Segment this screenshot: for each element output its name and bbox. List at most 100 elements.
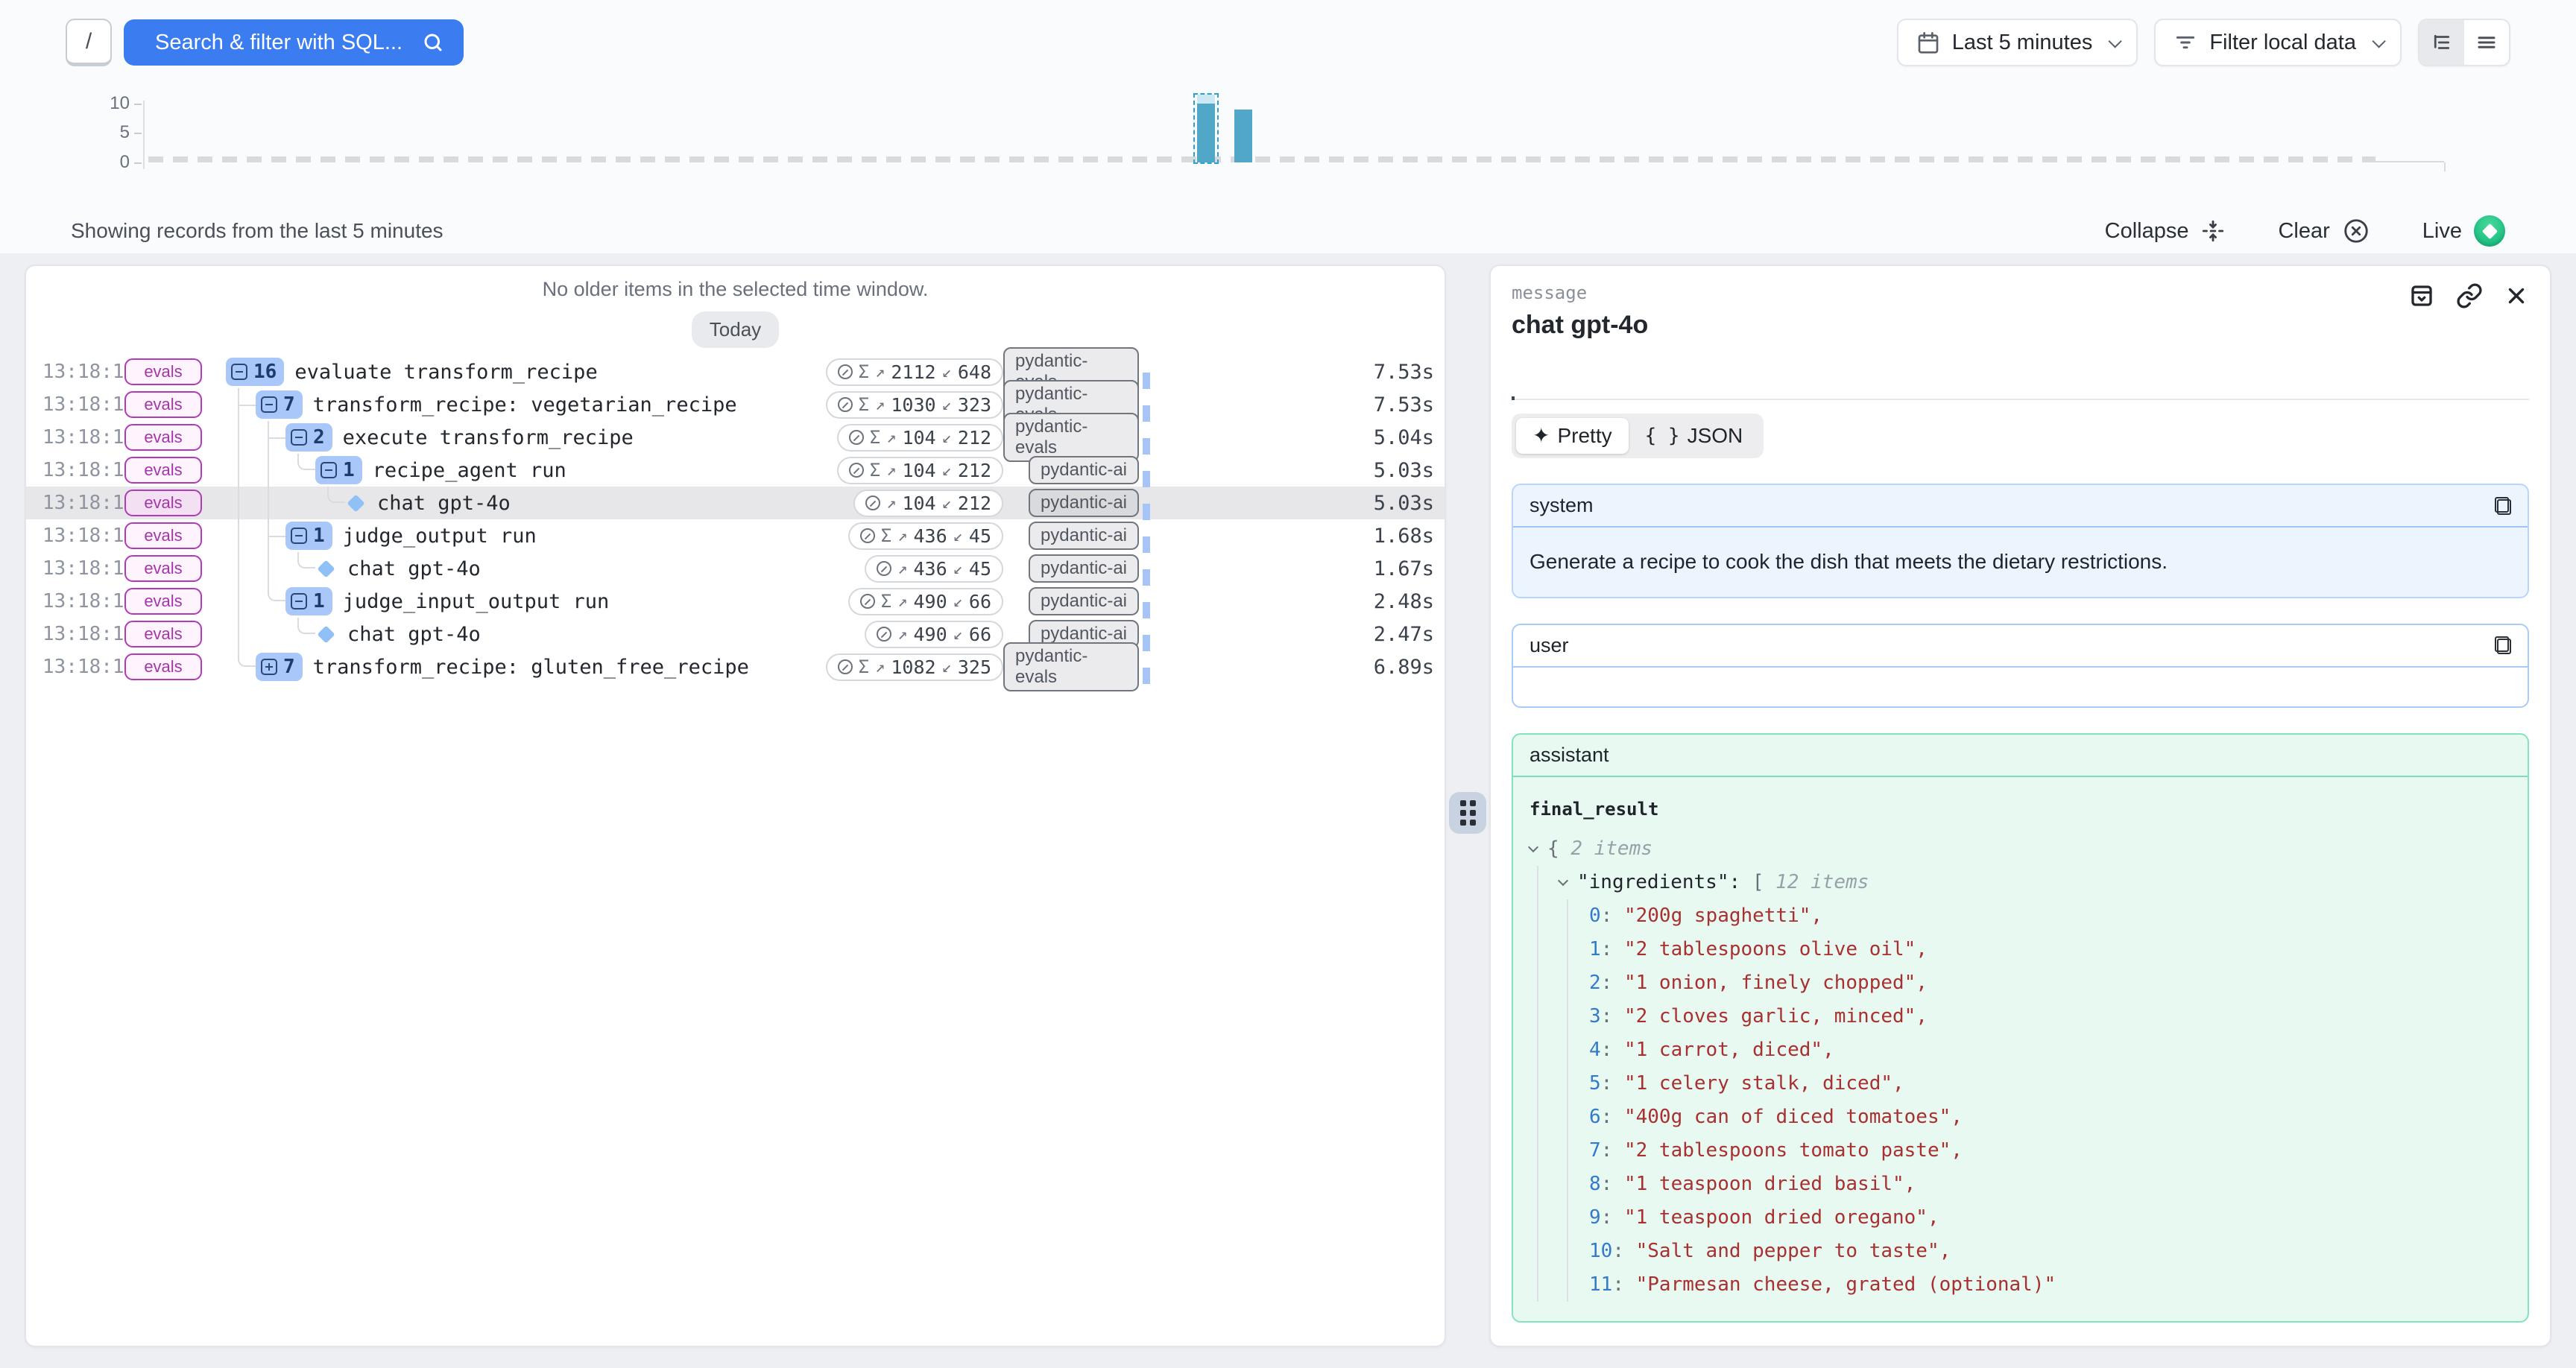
trace-row[interactable]: 13:18:16 evals 1 judge_output run Σ ↗ [26, 519, 1445, 552]
evals-badge[interactable]: evals [124, 490, 202, 516]
row-timestamp: 13:18:16 [26, 590, 124, 612]
copy-icon[interactable] [2495, 497, 2511, 515]
token-usage-chip[interactable]: Σ ↗ 104 ↙ 212 [837, 457, 1003, 484]
instrumentation-tag[interactable]: pydantic-ai [1029, 522, 1139, 550]
copy-link-button[interactable] [2456, 282, 2483, 309]
trace-row[interactable]: 13:18:11 evals 2 execute transform_recip… [26, 421, 1445, 454]
input-tokens: 436 [913, 558, 947, 580]
trace-row[interactable]: 13:18:11 evals 16 evaluate transform_rec… [26, 355, 1445, 388]
trace-row[interactable]: 13:18:11 evals 1 recipe_agent run Σ ↗ [26, 454, 1445, 487]
token-usage-chip[interactable]: Σ ↗ 2112 ↙ 648 [826, 358, 1003, 386]
collapse-toggle-icon[interactable] [321, 462, 337, 478]
instrumentation-tag[interactable]: pydantic-ai [1029, 456, 1139, 484]
trace-row[interactable]: 13:18:11 evals 7 transform_recipe: veget… [26, 388, 1445, 421]
instrumentation-tag[interactable]: pydantic-evals [1003, 413, 1139, 462]
collapse-toggle-icon[interactable] [291, 528, 307, 544]
collapse-count-chip[interactable]: 2 [285, 423, 332, 452]
collapse-chevron-icon[interactable] [1528, 842, 1538, 852]
token-usage-chip[interactable]: Σ ↗ 490 ↙ 66 [848, 588, 1003, 615]
evals-badge[interactable]: evals [124, 555, 202, 582]
output-tokens-arrow-icon: ↙ [942, 428, 952, 447]
token-usage-chip[interactable]: Σ ↗ 104 ↙ 212 [837, 424, 1003, 452]
evals-badge[interactable]: evals [124, 457, 202, 484]
copy-icon[interactable] [2495, 636, 2511, 654]
ingredient-value: "Salt and pepper to taste", [1636, 1238, 1951, 1266]
collapse-count-chip[interactable]: 1 [315, 456, 362, 484]
token-usage-chip[interactable]: Σ ↗ 436 ↙ 45 [865, 555, 1003, 583]
today-pill[interactable]: Today [692, 311, 779, 348]
evals-badge[interactable]: evals [124, 653, 202, 680]
collapse-toggle-icon[interactable] [261, 659, 277, 675]
collapse-count-chip[interactable]: 1 [285, 522, 332, 550]
token-usage-chip[interactable]: Σ ↗ 1030 ↙ 323 [826, 391, 1003, 419]
tokens-icon [860, 594, 875, 609]
span-name[interactable]: chat gpt-4o [347, 557, 481, 580]
span-name[interactable]: chat gpt-4o [347, 623, 481, 646]
collapse-toggle-icon[interactable] [261, 396, 277, 413]
child-count: 1 [313, 590, 325, 612]
system-message-card: system Generate a recipe to cook the dis… [1512, 484, 2529, 598]
evals-badge[interactable]: evals [124, 424, 202, 451]
trace-row[interactable]: 13:18:16 evals 1 judge_input_output run … [26, 585, 1445, 618]
collapse-toggle-icon[interactable] [291, 593, 307, 609]
collapse-count-chip[interactable]: 16 [226, 358, 284, 386]
duration-text: 2.48s [1363, 590, 1445, 613]
input-tokens: 1030 [891, 394, 935, 416]
token-usage-chip[interactable]: Σ ↗ 436 ↙ 45 [848, 522, 1003, 550]
detail-tab[interactable] [1512, 379, 1515, 400]
span-name[interactable]: recipe_agent run [373, 459, 566, 482]
span-name[interactable]: transform_recipe: gluten_free_recipe [313, 656, 749, 679]
ingredient-value: "2 tablespoons olive oil", [1624, 936, 1928, 964]
tokens-icon [838, 397, 853, 412]
input-tokens-arrow-icon: ↗ [897, 625, 907, 644]
token-usage-chip[interactable]: Σ ↗ 490 ↙ 66 [865, 621, 1003, 648]
row-timestamp: 13:18:11 [26, 361, 124, 383]
collapse-toggle-icon[interactable] [291, 429, 307, 446]
span-name[interactable]: judge_output run [343, 525, 537, 548]
evals-badge[interactable]: evals [124, 621, 202, 647]
histogram-bar[interactable] [1234, 110, 1252, 162]
close-panel-button[interactable] [2504, 283, 2529, 308]
trace-row[interactable]: 13:18:11 evals chat gpt-4o Σ ↗ 104 [26, 487, 1445, 519]
histogram-bar[interactable] [1197, 104, 1215, 162]
collapse-count-chip[interactable]: 7 [256, 653, 303, 681]
trace-row[interactable]: 13:18:16 evals chat gpt-4o Σ ↗ 490 [26, 618, 1445, 650]
ingredient-index: 3 [1589, 1003, 1601, 1031]
format-toggle: ✦ Pretty { } JSON [1512, 414, 1764, 458]
instrumentation-tag[interactable]: pydantic-evals [1003, 642, 1139, 691]
live-toggle[interactable]: Live [2422, 215, 2505, 247]
detail-tab[interactable] [1583, 379, 1586, 400]
instrumentation-tag[interactable]: pydantic-ai [1029, 489, 1139, 517]
span-name[interactable]: judge_input_output run [343, 590, 610, 613]
json-format-button[interactable]: { } JSON [1629, 418, 1760, 454]
evals-badge[interactable]: evals [124, 522, 202, 549]
output-tokens: 66 [969, 591, 991, 612]
token-usage-chip[interactable]: Σ ↗ 1082 ↙ 325 [826, 653, 1003, 681]
clear-button[interactable]: Clear [2278, 217, 2370, 245]
collapse-button-label: Collapse [2105, 219, 2189, 244]
evals-badge[interactable]: evals [124, 391, 202, 418]
evals-badge[interactable]: evals [124, 588, 202, 615]
span-name[interactable]: execute transform_recipe [343, 426, 634, 449]
trace-row[interactable]: 13:18:16 evals chat gpt-4o Σ ↗ 436 [26, 552, 1445, 585]
dock-panel-button[interactable] [2408, 282, 2435, 309]
collapse-chevron-icon[interactable] [1558, 875, 1568, 886]
token-usage-chip[interactable]: Σ ↗ 104 ↙ 212 [853, 490, 1003, 517]
output-tokens: 648 [958, 361, 991, 383]
span-name[interactable]: chat gpt-4o [377, 492, 511, 515]
instrumentation-tag[interactable]: pydantic-ai [1029, 554, 1139, 583]
span-name[interactable]: transform_recipe: vegetarian_recipe [313, 393, 737, 417]
detail-tab[interactable] [1547, 379, 1550, 400]
pretty-format-button[interactable]: ✦ Pretty [1516, 418, 1629, 454]
collapse-count-chip[interactable]: 7 [256, 390, 303, 419]
panel-resize-handle[interactable] [1449, 792, 1486, 834]
collapse-count-chip[interactable]: 1 [285, 587, 332, 615]
collapse-button[interactable]: Collapse [2105, 218, 2226, 244]
ingredient-item: 6: "400g can of diced tomatoes", [1589, 1101, 2511, 1134]
trace-row[interactable]: 13:18:11 evals 7 transform_recipe: glute… [26, 650, 1445, 683]
duration-text: 5.04s [1363, 426, 1445, 449]
span-name[interactable]: evaluate transform_recipe [294, 361, 597, 384]
evals-badge[interactable]: evals [124, 358, 202, 385]
instrumentation-tag[interactable]: pydantic-ai [1029, 587, 1139, 615]
collapse-toggle-icon[interactable] [231, 364, 247, 380]
